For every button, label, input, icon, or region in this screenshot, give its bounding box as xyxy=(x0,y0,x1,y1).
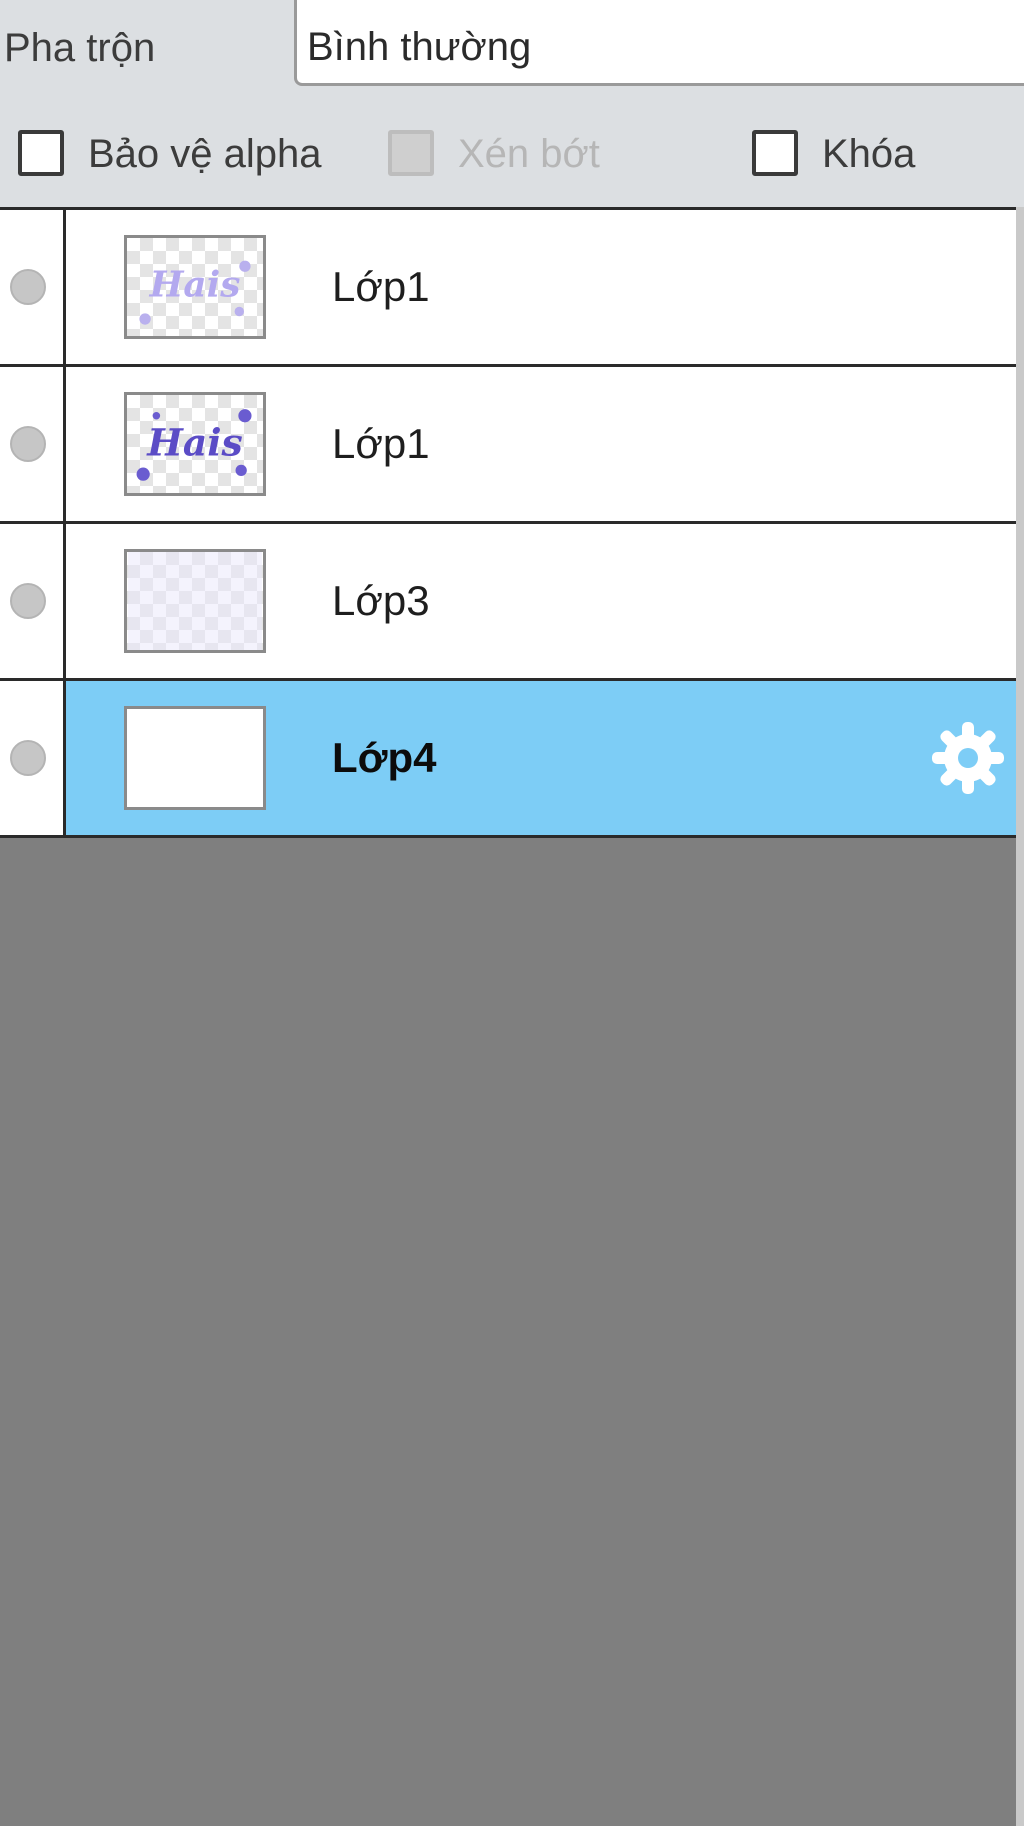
layer-main-cell[interactable]: Hais Lớp1 xyxy=(66,210,1016,364)
layer-thumbnail: Hais xyxy=(124,392,266,496)
clip-option[interactable]: Xén bớt xyxy=(388,126,618,182)
blend-mode-value: Bình thường xyxy=(307,25,532,69)
layer-row[interactable]: Hais Lớp1 xyxy=(0,367,1016,524)
visibility-cell[interactable] xyxy=(0,681,66,835)
visibility-dot-icon[interactable] xyxy=(10,269,46,305)
layer-row[interactable]: Lớp3 xyxy=(0,524,1016,681)
thumbnail-text: Hais xyxy=(149,263,241,305)
lock-option[interactable]: Khóa xyxy=(752,126,932,182)
visibility-cell[interactable] xyxy=(0,367,66,521)
thumbnail-text: Hais xyxy=(146,420,243,464)
blend-mode-select[interactable]: Bình thường xyxy=(294,0,1024,86)
layer-thumbnail xyxy=(124,549,266,653)
visibility-dot-icon[interactable] xyxy=(10,426,46,462)
layer-thumbnail: Hais xyxy=(124,235,266,339)
layer-main-cell[interactable]: Hais Lớp1 xyxy=(66,367,1016,521)
visibility-dot-icon[interactable] xyxy=(10,740,46,776)
protect-alpha-label: Bảo vệ alpha xyxy=(88,132,322,176)
layer-name: Lớp3 xyxy=(332,577,430,624)
layer-main-cell[interactable]: Lớp4 xyxy=(66,681,1016,835)
protect-alpha-checkbox[interactable] xyxy=(18,130,64,176)
layer-row-selected[interactable]: Lớp4 xyxy=(0,681,1016,838)
visibility-dot-icon[interactable] xyxy=(10,583,46,619)
layer-name: Lớp4 xyxy=(332,734,437,781)
protect-alpha-option[interactable]: Bảo vệ alpha xyxy=(18,126,348,182)
thumbnail-art: Hais xyxy=(139,260,251,325)
visibility-cell[interactable] xyxy=(0,210,66,364)
layer-row[interactable]: Hais Lớp1 xyxy=(0,207,1016,367)
layer-main-cell[interactable]: Lớp3 xyxy=(66,524,1016,678)
layer-name: Lớp1 xyxy=(332,420,430,467)
layer-properties-bar: Pha trộn Bình thường Bảo vệ alpha Xén bớ… xyxy=(0,0,1024,210)
layer-name: Lớp1 xyxy=(332,263,430,310)
layer-thumbnail xyxy=(124,706,266,810)
clip-checkbox[interactable] xyxy=(388,130,434,176)
blend-mode-label: Pha trộn xyxy=(4,26,156,70)
clip-label: Xén bớt xyxy=(458,132,600,176)
lock-checkbox[interactable] xyxy=(752,130,798,176)
thumbnail-art xyxy=(128,552,262,650)
scrollbar-track[interactable] xyxy=(1016,207,1024,1826)
gear-icon[interactable] xyxy=(930,720,1006,796)
thumbnail-art: Hais xyxy=(136,409,252,481)
lock-label: Khóa xyxy=(822,132,916,176)
visibility-cell[interactable] xyxy=(0,524,66,678)
layer-list: Hais Lớp1 Hais Lớp1 Lớp3 Lớp4 xyxy=(0,207,1016,838)
